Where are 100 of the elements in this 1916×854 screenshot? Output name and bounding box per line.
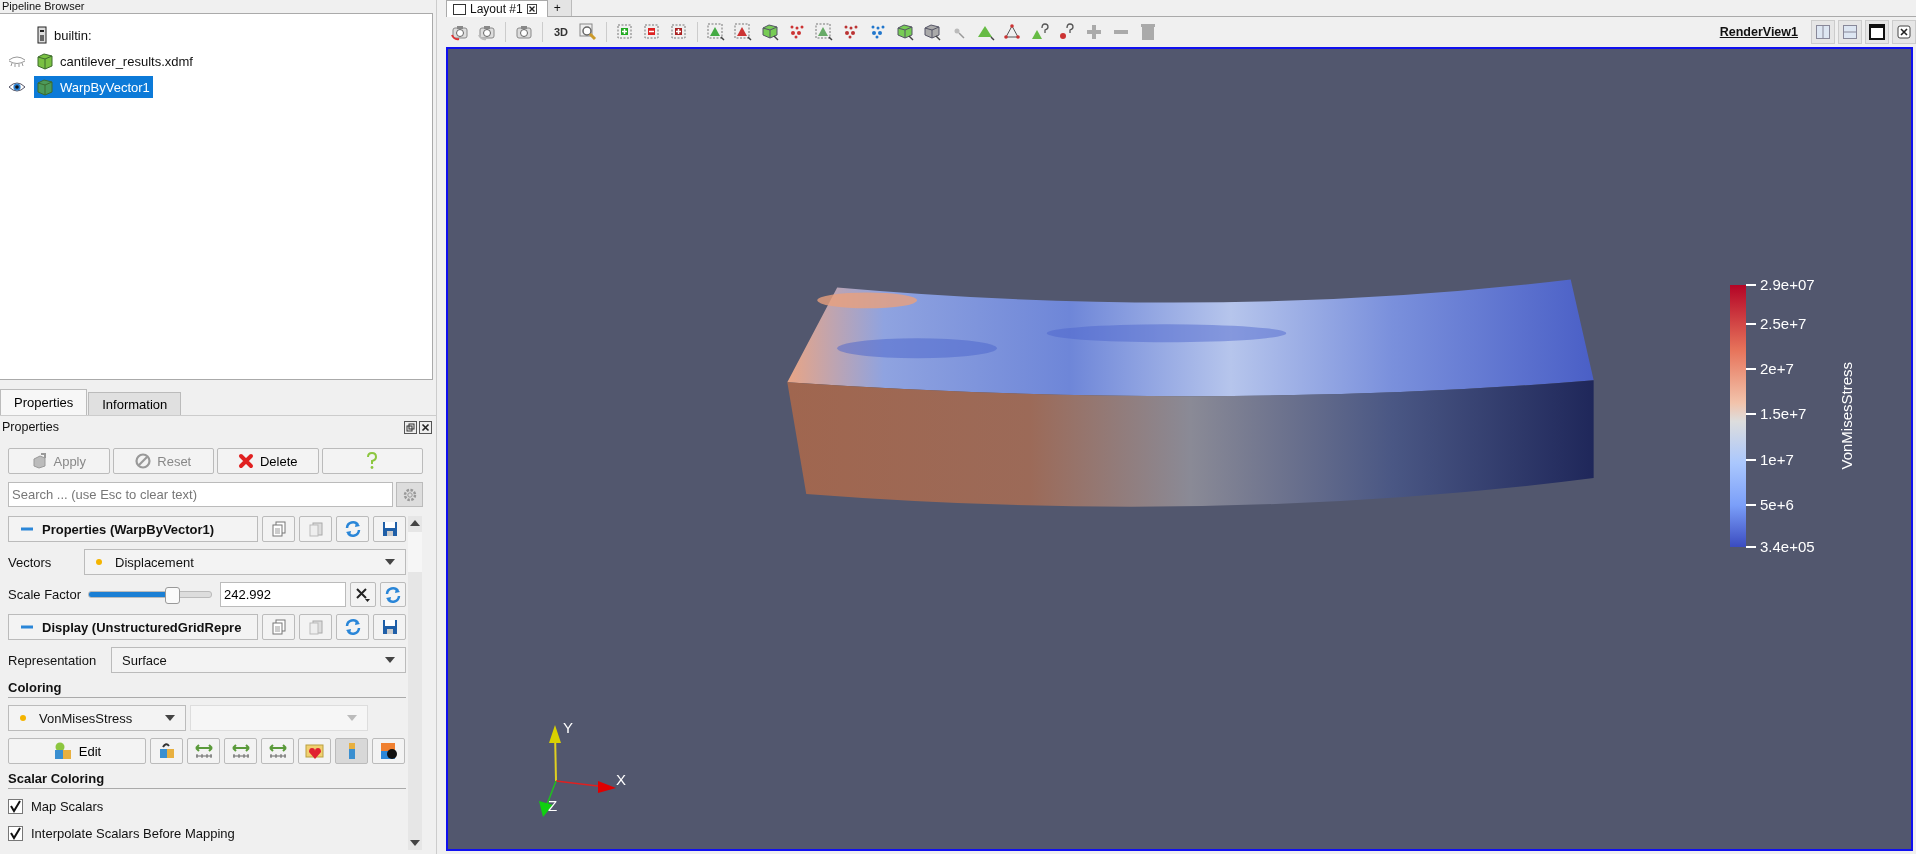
- color-editor-button[interactable]: [372, 738, 405, 764]
- caret-icon: [347, 715, 357, 721]
- float-icon[interactable]: [404, 420, 417, 434]
- field-label: Scale Factor: [8, 587, 82, 602]
- checkbox[interactable]: [8, 798, 23, 814]
- triangle-points-icon[interactable]: [1004, 23, 1023, 41]
- panel-tab[interactable]: Information: [88, 392, 182, 415]
- camera-redo-icon[interactable]: [478, 23, 496, 41]
- close-icon[interactable]: [419, 420, 432, 434]
- range-arrows-icon: [193, 742, 214, 760]
- documents-icon: [270, 619, 287, 635]
- save-button[interactable]: [373, 516, 406, 542]
- clipboard-icon: [307, 521, 324, 537]
- maximize-icon: [1869, 24, 1885, 40]
- caret-icon: [165, 715, 175, 721]
- vectors-dropdown[interactable]: Displacement: [84, 549, 406, 575]
- server-icon: [36, 26, 48, 44]
- scale-factor-slider[interactable]: [88, 586, 212, 603]
- maximize-button[interactable]: [1865, 20, 1889, 44]
- cube-icon: [36, 52, 54, 70]
- cube-icon: [36, 78, 54, 96]
- window-icon: [453, 3, 466, 15]
- refresh-icon: [343, 520, 362, 538]
- layout-tab[interactable]: +: [547, 0, 572, 16]
- cube-select-icon[interactable]: [761, 23, 780, 41]
- view-title[interactable]: RenderView1: [1719, 25, 1798, 39]
- close-button[interactable]: [1892, 20, 1916, 44]
- triangle-select-icon[interactable]: [707, 23, 726, 41]
- caret-icon: [385, 559, 395, 565]
- select-remove-icon[interactable]: [643, 23, 662, 41]
- split-vertical-icon: [1842, 24, 1858, 40]
- refresh-button[interactable]: [336, 614, 369, 640]
- dot-question-icon[interactable]: [1058, 23, 1077, 41]
- split-horizontal-button[interactable]: [1811, 20, 1835, 44]
- refresh-icon: [343, 618, 362, 636]
- search-field[interactable]: Search ... (use Esc to clear text): [8, 482, 393, 507]
- cross-icon: [237, 453, 254, 469]
- rescale-range-button[interactable]: [261, 738, 294, 764]
- select-add-icon[interactable]: [616, 23, 635, 41]
- scale-factor-field[interactable]: 242.992: [220, 582, 346, 607]
- cross-caret-icon: [355, 586, 371, 603]
- group-heading: Coloring: [8, 680, 406, 698]
- scale-title: VonMisesStress: [1838, 362, 1855, 470]
- field-label: Vectors: [8, 554, 53, 570]
- closed-eye-icon[interactable]: [8, 55, 26, 67]
- range-arrows-icon: [267, 742, 288, 760]
- scrollbar[interactable]: [408, 516, 422, 850]
- presets-button[interactable]: [298, 738, 331, 764]
- rescale-range-button[interactable]: [224, 738, 257, 764]
- rescale-range-button[interactable]: [187, 738, 220, 764]
- refresh-button[interactable]: [336, 516, 369, 542]
- pipeline-item[interactable]: cantilever_results.xdmf: [34, 50, 196, 72]
- help-icon: [365, 452, 380, 470]
- zoom-icon[interactable]: [579, 23, 598, 41]
- arrow-select-icon[interactable]: [815, 23, 834, 41]
- render-view[interactable]: 2.9e+07 2.5e+7 2e+7 1.5e+7 1e+7 5e+6 3.4e+05 VonMisesStress X Y Z: [446, 47, 1913, 851]
- color-array-dropdown[interactable]: VonMisesStress: [8, 705, 186, 731]
- view-mode-button[interactable]: 3D: [552, 26, 571, 38]
- cube-arrow-icon: [31, 453, 48, 469]
- up-arrow-icon[interactable]: [410, 520, 420, 526]
- color-map-icon: [52, 742, 73, 760]
- select-toggle-icon[interactable]: [670, 23, 689, 41]
- checkbox[interactable]: [8, 825, 23, 841]
- pipeline-item[interactable]: builtin:: [34, 24, 95, 46]
- action-button[interactable]: Delete: [217, 448, 319, 474]
- close-icon: [1897, 25, 1911, 39]
- cube-zoom-icon[interactable]: [896, 23, 915, 41]
- split-horizontal-icon: [1815, 24, 1831, 40]
- camera-undo-icon[interactable]: [451, 23, 469, 41]
- panel-tab[interactable]: Properties: [0, 389, 88, 415]
- edit-button[interactable]: Edit: [8, 738, 146, 764]
- panel-title: Properties: [2, 420, 59, 434]
- group-heading: Scalar Coloring: [8, 771, 406, 789]
- clipboard-icon: [307, 619, 324, 635]
- color-legend-button[interactable]: [335, 738, 368, 764]
- camera-icon[interactable]: [515, 23, 533, 41]
- color-bar-icon: [347, 742, 356, 760]
- field-label: Representation: [8, 652, 98, 668]
- close-icon[interactable]: [526, 4, 537, 14]
- section-header[interactable]: Display (UnstructuredGridRepre: [8, 614, 258, 640]
- down-arrow-icon[interactable]: [410, 840, 420, 846]
- gear-icon: [401, 486, 418, 503]
- documents-icon: [270, 521, 287, 537]
- points-select-icon[interactable]: [734, 23, 753, 41]
- layout-tab[interactable]: Layout #1: [446, 0, 548, 17]
- representation-dropdown[interactable]: Surface: [111, 647, 406, 673]
- rescale-button[interactable]: [150, 738, 183, 764]
- triangle-question-icon[interactable]: [1031, 23, 1050, 41]
- checkbox-label: Interpolate Scalars Before Mapping: [31, 825, 235, 841]
- dot-icon: [19, 714, 27, 722]
- clear-button[interactable]: [350, 582, 376, 607]
- section-header[interactable]: Properties (WarpByVector1): [8, 516, 258, 542]
- eye-icon[interactable]: [8, 81, 26, 93]
- caret-icon: [385, 657, 395, 663]
- save-button[interactable]: [373, 614, 406, 640]
- dot-icon: [95, 558, 103, 566]
- pipeline-item[interactable]: WarpByVector1: [34, 76, 153, 98]
- panel-title: Pipeline Browser: [2, 0, 85, 13]
- prohibited-icon: [135, 453, 152, 469]
- checkbox-label: Map Scalars: [31, 798, 104, 814]
